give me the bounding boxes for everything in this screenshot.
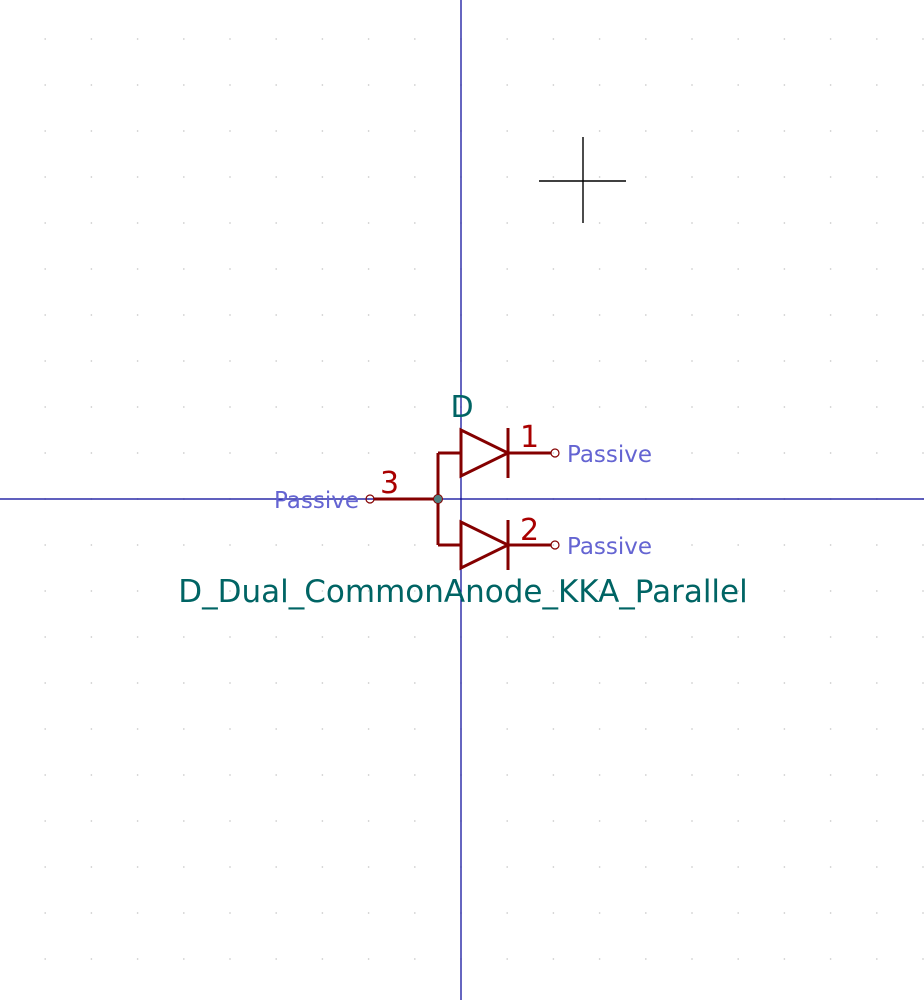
diode-1-triangle xyxy=(459,427,512,479)
schematic-canvas[interactable]: 1 2 3 Passive Passive Passive D D_Dual_C… xyxy=(0,0,924,1000)
reference-field[interactable]: D xyxy=(450,390,473,425)
pin-3-type-label: Passive xyxy=(274,488,359,514)
symbol-editor-view[interactable]: 1 2 3 Passive Passive Passive D D_Dual_C… xyxy=(0,0,924,1000)
pin-endpoint-circle-icon[interactable] xyxy=(550,540,560,550)
diode-2-triangle xyxy=(459,519,512,571)
value-field[interactable]: D_Dual_CommonAnode_KKA_Parallel xyxy=(178,574,747,610)
pin-3-number: 3 xyxy=(380,466,399,501)
pin-endpoint-circle-icon[interactable] xyxy=(550,448,560,458)
crosshair-cursor-icon xyxy=(539,137,626,223)
pin-2-number: 2 xyxy=(520,513,539,548)
pin-1-type-label: Passive xyxy=(567,442,652,468)
pin-2-type-label: Passive xyxy=(567,534,652,560)
pin-1-number: 1 xyxy=(520,420,539,455)
junction-dot-icon xyxy=(433,494,443,504)
